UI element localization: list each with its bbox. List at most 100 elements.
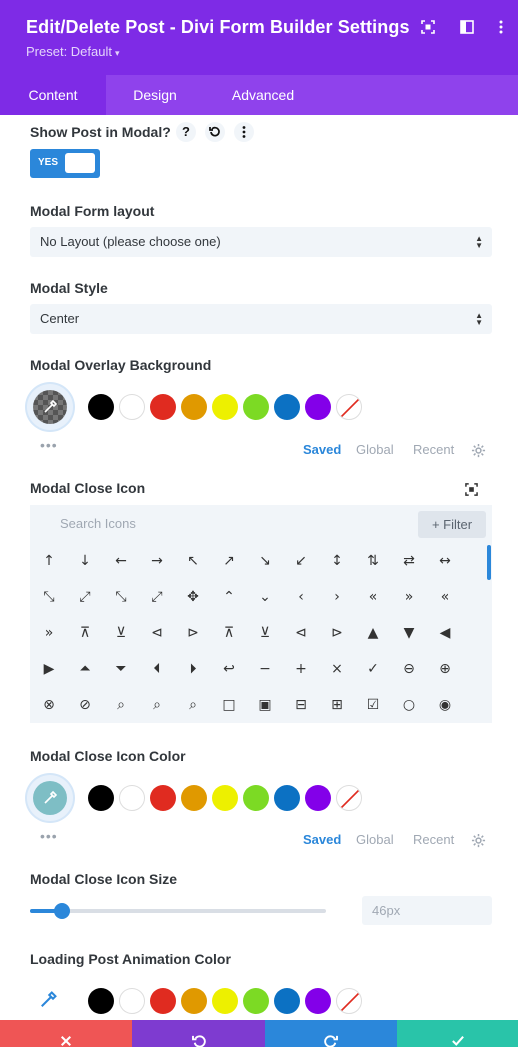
icon-option[interactable]: ⌄ (247, 579, 283, 615)
icon-option[interactable]: ▲ (355, 615, 391, 651)
icon-option[interactable]: ↑ (31, 543, 67, 579)
icon-option[interactable]: ⊲ (283, 615, 319, 651)
help-icon[interactable]: ? (176, 122, 196, 142)
close-icon-color-picker[interactable] (27, 775, 73, 821)
swatch-blue[interactable] (274, 785, 300, 811)
swatch-yellow[interactable] (212, 394, 238, 420)
icon-option[interactable]: ⏴ (139, 651, 175, 687)
swatch-green[interactable] (243, 785, 269, 811)
icon-option[interactable]: ⇄ (391, 543, 427, 579)
fullscreen-icon[interactable] (419, 18, 437, 36)
save-button[interactable] (397, 1020, 518, 1047)
undo-button[interactable] (132, 1020, 265, 1047)
icon-option[interactable]: ○ (391, 687, 427, 723)
sidebar-toggle-icon[interactable] (458, 18, 476, 36)
icon-option[interactable]: × (319, 651, 355, 687)
close-icon-size-slider[interactable] (30, 903, 326, 919)
scrollbar[interactable] (487, 545, 491, 580)
icon-option[interactable]: ← (103, 543, 139, 579)
icon-option[interactable]: ↕ (319, 543, 355, 579)
preset-selector[interactable]: Preset: Default ▾ (26, 44, 120, 59)
icon-option[interactable]: ↩ (211, 651, 247, 687)
icon-option[interactable]: ⊳ (175, 615, 211, 651)
icon-option[interactable]: ☑ (355, 687, 391, 723)
icon-option[interactable]: ✓ (355, 651, 391, 687)
swatch-purple[interactable] (305, 785, 331, 811)
icon-option[interactable]: ✥ (175, 579, 211, 615)
icon-option[interactable]: ▼ (391, 615, 427, 651)
expand-icon[interactable] (465, 483, 478, 501)
icon-option[interactable]: ⊗ (31, 687, 67, 723)
icon-option[interactable]: ⊼ (211, 615, 247, 651)
swatch-white[interactable] (119, 988, 145, 1014)
swatch-white[interactable] (119, 785, 145, 811)
icon-option[interactable]: ⤡ (103, 579, 139, 615)
swatch-blue[interactable] (274, 394, 300, 420)
icon-option[interactable]: ⏵ (175, 651, 211, 687)
gear-icon[interactable] (471, 833, 486, 853)
icon-option[interactable]: « (427, 579, 463, 615)
swatch-yellow[interactable] (212, 988, 238, 1014)
icon-option[interactable]: ⊖ (391, 651, 427, 687)
more-options-icon[interactable] (234, 122, 254, 142)
icon-option[interactable]: ⌕ (103, 687, 139, 723)
icon-option[interactable]: ⊲ (139, 615, 175, 651)
icon-option[interactable]: ⊻ (247, 615, 283, 651)
overlay-color-picker[interactable] (27, 384, 73, 430)
gear-icon[interactable] (471, 443, 486, 463)
swatch-transparent[interactable] (336, 394, 362, 420)
tab-recent[interactable]: Recent (413, 442, 454, 457)
icon-option[interactable]: » (391, 579, 427, 615)
swatch-purple[interactable] (305, 394, 331, 420)
icon-option[interactable]: ‹ (283, 579, 319, 615)
icon-option[interactable]: → (139, 543, 175, 579)
icon-option[interactable]: › (319, 579, 355, 615)
icon-option[interactable]: ↔ (427, 543, 463, 579)
swatch-red[interactable] (150, 988, 176, 1014)
tab-saved[interactable]: Saved (303, 442, 341, 457)
icon-option[interactable]: ⊞ (319, 687, 355, 723)
icon-option[interactable]: + (283, 651, 319, 687)
tab-content[interactable]: Content (0, 75, 106, 115)
icon-option[interactable]: ⌃ (211, 579, 247, 615)
more-options-icon[interactable] (492, 18, 510, 36)
tab-advanced[interactable]: Advanced (204, 75, 322, 115)
icon-option[interactable]: ⊟ (283, 687, 319, 723)
swatch-black[interactable] (88, 988, 114, 1014)
swatch-orange[interactable] (181, 394, 207, 420)
icon-search-input[interactable]: Search Icons (60, 516, 136, 531)
tab-global[interactable]: Global (356, 832, 394, 847)
close-icon-size-input[interactable]: 46px (362, 896, 492, 925)
swatch-transparent[interactable] (336, 988, 362, 1014)
tab-design[interactable]: Design (106, 75, 204, 115)
redo-button[interactable] (265, 1020, 397, 1047)
swatch-green[interactable] (243, 988, 269, 1014)
icon-option[interactable]: ↗ (211, 543, 247, 579)
icon-option[interactable]: ⇅ (355, 543, 391, 579)
icon-option[interactable]: « (355, 579, 391, 615)
icon-option[interactable]: ↘ (247, 543, 283, 579)
swatch-black[interactable] (88, 394, 114, 420)
icon-option[interactable]: ⊼ (67, 615, 103, 651)
icon-option[interactable]: ⌕ (175, 687, 211, 723)
icon-option[interactable]: ⤡ (31, 579, 67, 615)
icon-option[interactable]: − (247, 651, 283, 687)
icon-option[interactable]: □ (211, 687, 247, 723)
swatch-black[interactable] (88, 785, 114, 811)
cancel-button[interactable] (0, 1020, 132, 1047)
more-swatches-icon[interactable]: ••• (40, 438, 58, 452)
modal-form-layout-select[interactable]: No Layout (please choose one) ▲ ▼ (30, 227, 492, 257)
swatch-green[interactable] (243, 394, 269, 420)
icon-option[interactable]: ↖ (175, 543, 211, 579)
more-swatches-icon[interactable]: ••• (40, 829, 58, 843)
swatch-white[interactable] (119, 394, 145, 420)
swatch-orange[interactable] (181, 988, 207, 1014)
swatch-blue[interactable] (274, 988, 300, 1014)
icon-option[interactable]: ◀ (427, 615, 463, 651)
swatch-transparent[interactable] (336, 785, 362, 811)
icon-option[interactable]: ⏶ (67, 651, 103, 687)
tab-saved[interactable]: Saved (303, 832, 341, 847)
icon-option[interactable]: ⌕ (139, 687, 175, 723)
icon-option[interactable]: ⏷ (103, 651, 139, 687)
icon-option[interactable]: ⤢ (139, 579, 175, 615)
